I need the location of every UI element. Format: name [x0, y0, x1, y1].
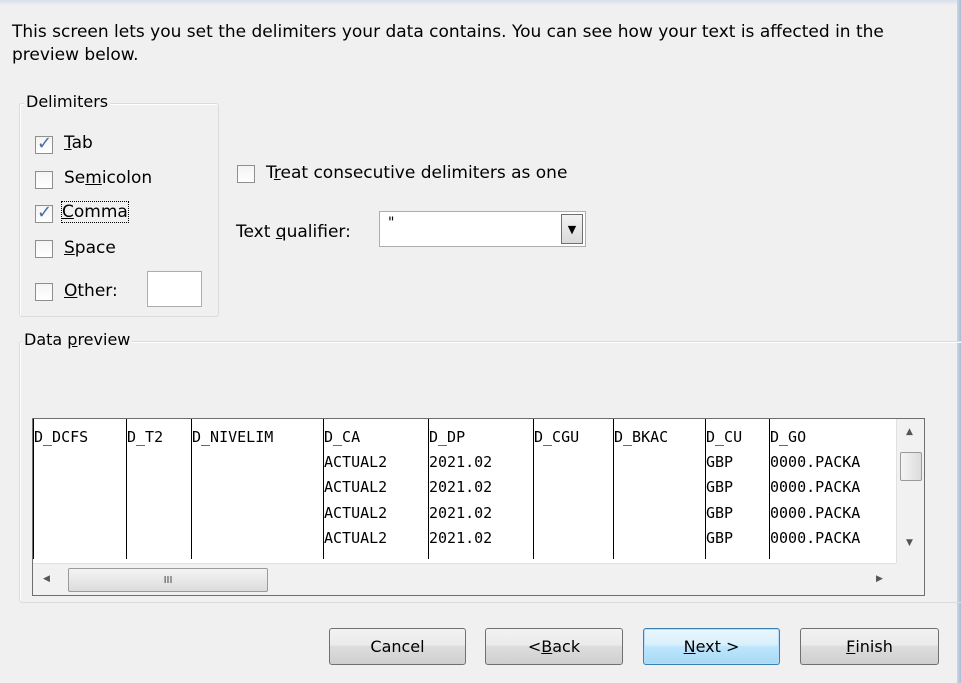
cancel-button[interactable]: Cancel [329, 628, 466, 665]
vertical-scroll-thumb[interactable] [900, 452, 922, 481]
table-cell: GBP [706, 453, 734, 471]
table-cell: ACTUAL2 [324, 453, 388, 471]
data-preview-title: Data preview [22, 330, 133, 349]
semicolon-checkbox[interactable] [35, 171, 53, 189]
finish-button[interactable]: Finish [800, 628, 939, 665]
comma-checkbox-label[interactable]: Comma [61, 201, 129, 223]
horizontal-scrollbar[interactable]: ◀ III ▶ [33, 563, 896, 595]
column-header[interactable]: D_NIVELIM [192, 428, 273, 446]
preview-table: D_DCFS D_T2 D_NIVELIM D_CA D_DP D_CGU D_… [33, 419, 896, 559]
tab-checkbox-label[interactable]: Tab [64, 133, 93, 153]
column-header[interactable]: D_DCFS [34, 428, 88, 446]
table-cell: GBP [706, 504, 734, 522]
table-cell: 0000.PACKA [770, 504, 861, 522]
check-icon: ✓ [37, 133, 53, 154]
vertical-scrollbar[interactable]: ▲ ▼ [896, 419, 924, 563]
scroll-up-icon[interactable]: ▲ [906, 427, 913, 437]
next-button[interactable]: Next > [643, 628, 780, 665]
column-header[interactable]: D_CU [706, 428, 742, 446]
table-cell: GBP [706, 529, 734, 547]
text-qualifier-select[interactable]: " ▼ [379, 211, 586, 247]
table-cell: 2021.02 [429, 529, 493, 547]
data-preview-grid[interactable]: D_DCFS D_T2 D_NIVELIM D_CA D_DP D_CGU D_… [32, 418, 925, 596]
column-header[interactable]: D_GO [770, 428, 806, 446]
table-cell: 2021.02 [429, 504, 493, 522]
semicolon-checkbox-label[interactable]: Semicolon [64, 168, 152, 188]
tab-checkbox[interactable]: ✓ [35, 133, 53, 154]
scroll-right-icon[interactable]: ▶ [876, 574, 883, 584]
table-cell: ACTUAL2 [324, 529, 388, 547]
check-icon: ✓ [37, 202, 53, 223]
scroll-down-icon[interactable]: ▼ [906, 538, 913, 548]
intro-text: This screen lets you set the delimiters … [12, 22, 884, 65]
table-cell: 2021.02 [429, 453, 493, 471]
scrollbar-corner [896, 563, 924, 595]
space-checkbox[interactable] [35, 240, 53, 258]
other-checkbox[interactable] [35, 283, 53, 301]
column-header[interactable]: D_CGU [534, 428, 579, 446]
text-qualifier-label: Text qualifier: [236, 222, 351, 242]
column-header[interactable]: D_T2 [127, 428, 163, 446]
consecutive-delimiters-checkbox[interactable] [237, 165, 255, 183]
space-checkbox-label[interactable]: Space [64, 238, 116, 258]
scroll-grip-icon: III [163, 574, 173, 586]
text-qualifier-value: " [388, 215, 395, 231]
table-cell: 0000.PACKA [770, 453, 861, 471]
back-button[interactable]: < Back [485, 628, 623, 665]
column-header[interactable]: D_CA [324, 428, 360, 446]
delimiters-group-title: Delimiters [24, 92, 111, 111]
column-header[interactable]: D_DP [429, 428, 465, 446]
table-cell: 0000.PACKA [770, 529, 861, 547]
column-header[interactable]: D_BKAC [614, 428, 668, 446]
other-delimiter-input[interactable] [147, 271, 202, 307]
table-cell: GBP [706, 478, 734, 496]
table-cell: ACTUAL2 [324, 504, 388, 522]
chevron-down-icon[interactable]: ▼ [561, 214, 583, 244]
comma-checkbox[interactable]: ✓ [35, 202, 53, 223]
table-cell: 0000.PACKA [770, 478, 861, 496]
other-checkbox-label[interactable]: Other: [64, 281, 118, 301]
table-cell: ACTUAL2 [324, 478, 388, 496]
consecutive-delimiters-label[interactable]: Treat consecutive delimiters as one [266, 163, 567, 183]
table-cell: 2021.02 [429, 478, 493, 496]
scroll-left-icon[interactable]: ◀ [43, 574, 50, 584]
window-top-border [0, 0, 961, 5]
horizontal-scroll-thumb[interactable]: III [68, 568, 268, 592]
